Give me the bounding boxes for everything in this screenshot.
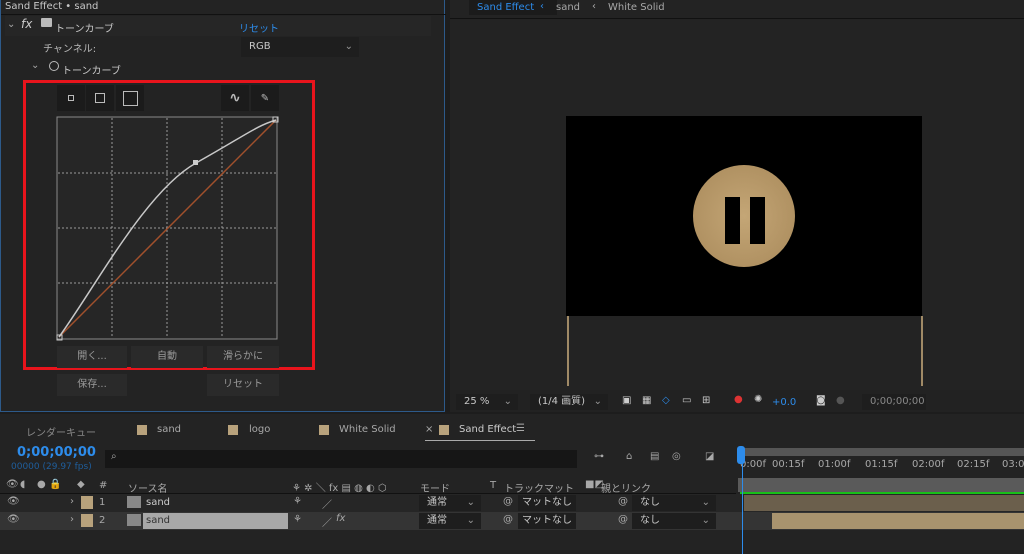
- fx-icon[interactable]: fx: [21, 17, 32, 31]
- channel-dropdown[interactable]: RGB ⌄: [241, 37, 359, 57]
- show-snapshot-icon[interactable]: ●: [836, 395, 845, 406]
- mode-dropdown[interactable]: 通常 ⌄: [419, 495, 481, 511]
- safe-margins-icon[interactable]: ▭: [682, 395, 691, 406]
- fx-icon[interactable]: fx: [336, 513, 345, 524]
- timeline-panel: レンダーキュー sand logo White Solid × Sand Eff…: [0, 414, 1024, 554]
- camera-icon[interactable]: ◙: [816, 395, 826, 406]
- search-input[interactable]: ⌕: [105, 450, 577, 468]
- chevron-down-icon[interactable]: ⌄: [7, 19, 15, 30]
- save-button[interactable]: 保存...: [57, 374, 127, 396]
- source-name-header[interactable]: ソース名: [128, 480, 168, 495]
- grid-guides-icon[interactable]: ⊞: [702, 395, 710, 406]
- curve-point: [193, 160, 198, 165]
- effect-controls-panel: Sand Effect • sand ⌄ fx トーンカーブ リセット チャンネ…: [0, 0, 446, 412]
- mask-path-icon[interactable]: ◇: [662, 395, 670, 406]
- chevron-down-icon: ⌄: [344, 41, 353, 52]
- curve-graph[interactable]: [56, 116, 279, 341]
- breadcrumb-white-solid[interactable]: White Solid: [608, 2, 665, 13]
- eye-icon: 👁: [6, 479, 19, 490]
- track-matte-dropdown[interactable]: マットなし: [518, 513, 576, 529]
- quality-dropdown[interactable]: (1/4 画質) ⌄: [530, 394, 608, 410]
- column-header: 👁 ◖ ● 🔒 ◆ # ソース名 ⚘ ✲ ＼ fx ▤ ◍ ◐ ⬡ モード T …: [0, 478, 736, 495]
- playhead[interactable]: [737, 446, 745, 464]
- chevron-down-icon[interactable]: ⌄: [31, 60, 39, 71]
- curve-label: トーンカーブ: [62, 66, 121, 77]
- graph-editor-icon[interactable]: ◪: [705, 451, 714, 462]
- current-timecode[interactable]: 0;00;00;00: [17, 445, 96, 460]
- color-channels-icon[interactable]: ●: [734, 394, 743, 405]
- chevron-right-icon[interactable]: ›: [70, 514, 74, 525]
- sand-circle-logo: [693, 165, 795, 267]
- large-graph-icon[interactable]: [116, 85, 144, 111]
- solo-icon: ●: [37, 479, 46, 490]
- chevron-right-icon[interactable]: ›: [70, 496, 74, 507]
- motion-blur-icon[interactable]: ◎: [672, 451, 681, 462]
- shy-layers-icon[interactable]: ⌂: [626, 451, 632, 462]
- switches-icons: ⚘ ✲ ＼ fx ▤ ◍ ◐ ⬡: [292, 483, 387, 494]
- open-button[interactable]: 開く...: [57, 346, 127, 368]
- eye-icon[interactable]: 👁: [7, 514, 20, 525]
- pause-bar: [725, 197, 740, 244]
- tab-sand-effect[interactable]: Sand Effect: [459, 424, 516, 435]
- effect-row: ⌄ fx トーンカーブ リセット: [5, 16, 431, 36]
- parent-dropdown[interactable]: なし ⌄: [632, 513, 716, 529]
- channel-label: チャンネル:: [43, 44, 97, 55]
- close-icon[interactable]: ×: [425, 424, 433, 435]
- auto-button[interactable]: 自動: [131, 346, 203, 368]
- layer-row[interactable]: 👁 › 2 sand ⚘ ／ fx 通常 ⌄ @ マットなし @ なし ⌄: [0, 512, 1024, 530]
- composition-flowchart-icon[interactable]: ⊶: [594, 451, 604, 462]
- tab-render-queue[interactable]: レンダーキュー: [26, 424, 96, 439]
- stopwatch-icon[interactable]: [49, 61, 59, 71]
- layer-name[interactable]: sand: [146, 515, 170, 526]
- pause-bar: [750, 197, 765, 244]
- viewer-timecode[interactable]: 0;00;00;00: [862, 394, 926, 410]
- footage-icon: [127, 514, 141, 526]
- transparency-grid-icon[interactable]: ▦: [642, 395, 651, 406]
- exposure-icon[interactable]: ✺: [754, 394, 762, 405]
- layer-name[interactable]: sand: [146, 497, 170, 508]
- composition-canvas[interactable]: [566, 116, 922, 316]
- footage-icon: [127, 496, 141, 508]
- bezier-curve-icon[interactable]: ∿: [221, 85, 249, 111]
- composition-viewer: Sand Effect ‹ sand ‹ White Solid 25 % ⌄ (…: [450, 0, 1024, 412]
- layer-row[interactable]: 👁 › 1 sand ⚘ ／ 通常 ⌄ @ マットなし @ なし ⌄: [0, 494, 1024, 512]
- tab-sand[interactable]: sand: [157, 424, 181, 435]
- frame-blending-icon[interactable]: ▤: [650, 451, 659, 462]
- reset-link[interactable]: リセット: [239, 20, 279, 35]
- reset-button[interactable]: リセット: [207, 374, 279, 396]
- frame-count: 00000 (29.97 fps): [11, 462, 92, 472]
- parent-dropdown[interactable]: なし ⌄: [632, 495, 716, 511]
- pick-whip-icon: @: [618, 496, 628, 507]
- snapshot-preview-icon[interactable]: ▣: [622, 395, 631, 406]
- breadcrumb-sand-effect[interactable]: Sand Effect: [477, 2, 534, 13]
- lock-icon: 🔒: [49, 479, 62, 490]
- breadcrumb-sand[interactable]: sand: [556, 2, 580, 13]
- preset-icon: [41, 18, 52, 27]
- layer-bar[interactable]: [772, 513, 1024, 529]
- track-matte-dropdown[interactable]: マットなし: [518, 495, 576, 511]
- mode-dropdown[interactable]: 通常 ⌄: [419, 513, 481, 529]
- time-ruler[interactable]: 0:00f 00:15f 01:00f 01:15f 02:00f 02:15f…: [738, 457, 1024, 475]
- tab-logo[interactable]: logo: [249, 424, 270, 435]
- playhead-line: [742, 462, 743, 554]
- pencil-icon[interactable]: ✎: [251, 85, 279, 111]
- audio-icon: ◖: [20, 479, 26, 490]
- pick-whip-icon: @: [618, 514, 628, 525]
- smooth-button[interactable]: 滑らかに: [207, 346, 279, 368]
- menu-icon[interactable]: ☰: [516, 423, 525, 434]
- eye-icon[interactable]: 👁: [7, 496, 20, 507]
- tab-white-solid[interactable]: White Solid: [339, 424, 396, 435]
- layer-bar[interactable]: [744, 495, 1024, 511]
- work-area-bar[interactable]: [738, 448, 1024, 456]
- panel-title: Sand Effect • sand: [5, 1, 99, 12]
- effect-name: トーンカーブ: [55, 24, 114, 35]
- exposure-value[interactable]: +0.0: [772, 397, 796, 408]
- small-graph-icon[interactable]: [57, 85, 85, 111]
- label-icon: ◆: [77, 479, 85, 490]
- medium-graph-icon[interactable]: [86, 85, 114, 111]
- zoom-dropdown[interactable]: 25 % ⌄: [456, 394, 518, 410]
